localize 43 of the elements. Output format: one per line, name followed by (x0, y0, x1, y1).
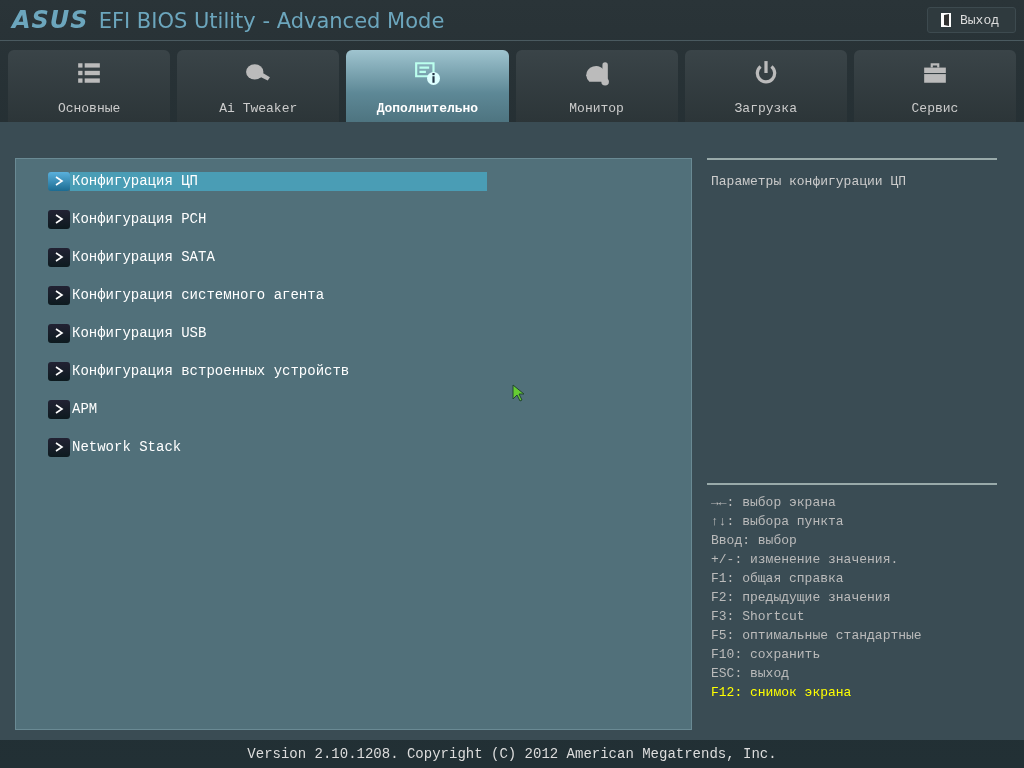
brand-logo: ASUS (12, 6, 89, 34)
help-line: F5: оптимальные стандартные (711, 627, 923, 645)
menu-item[interactable]: APM (70, 399, 98, 419)
menu-item[interactable]: Конфигурация SATA (70, 247, 215, 267)
help-line: F10: сохранить (711, 646, 822, 664)
monitor-info-icon (414, 60, 441, 86)
chevron-icon (48, 399, 70, 419)
chevron-icon (48, 285, 70, 305)
help-line: F2: предыдущие значения (711, 589, 892, 607)
menu-item[interactable]: Network Stack (70, 437, 182, 457)
chevron-icon (48, 171, 70, 191)
chevron-icon (48, 247, 70, 267)
chevron-icon (48, 437, 70, 457)
mouse-pointer-icon (512, 384, 524, 402)
menu-item[interactable]: Конфигурация PCH (70, 209, 207, 229)
help-line: ↑↓: выбора пункта (711, 513, 845, 531)
help-line: F1: общая справка (711, 570, 845, 588)
menu-tab[interactable]: Монитор (515, 50, 678, 122)
window-title: EFI BIOS Utility - Advanced Mode (98, 9, 445, 33)
chevron-icon (48, 323, 70, 343)
menu-tab[interactable]: Дополнительно (346, 50, 509, 122)
chevron-icon (48, 361, 70, 381)
menu-item[interactable]: Конфигурация встроенных устройств (70, 361, 350, 381)
help-line: F12: снимок экрана (711, 684, 853, 702)
menu-item[interactable]: Конфигурация USB (70, 323, 207, 343)
help-line: Ввод: выбор (711, 532, 798, 550)
menu-tab[interactable]: Ai Tweaker (177, 50, 340, 122)
help-line: +/-: изменение значения. (711, 551, 900, 569)
menu-tab[interactable]: Загрузка (684, 50, 847, 122)
chevron-icon (48, 209, 70, 229)
menu-item[interactable]: Конфигурация ЦП (70, 171, 487, 191)
exit-button[interactable]: Выход (927, 7, 1016, 33)
list-icon (76, 60, 103, 86)
menu-tab[interactable]: Основные (8, 50, 171, 122)
toolbox-icon (921, 60, 948, 86)
help-line: →←: выбор экрана (711, 494, 837, 512)
menu-item[interactable]: Конфигурация системного агента (70, 285, 325, 305)
version-text: Version 2.10.1208. Copyright (C) 2012 American Megatrends, Inc. (246, 745, 778, 764)
item-description: Параметры конфигурации ЦП (710, 173, 908, 191)
help-line: F3: Shortcut (711, 608, 806, 626)
menu-tab[interactable]: Сервис (853, 50, 1017, 122)
door-icon (940, 12, 952, 28)
help-line: ESC: выход (711, 665, 790, 683)
